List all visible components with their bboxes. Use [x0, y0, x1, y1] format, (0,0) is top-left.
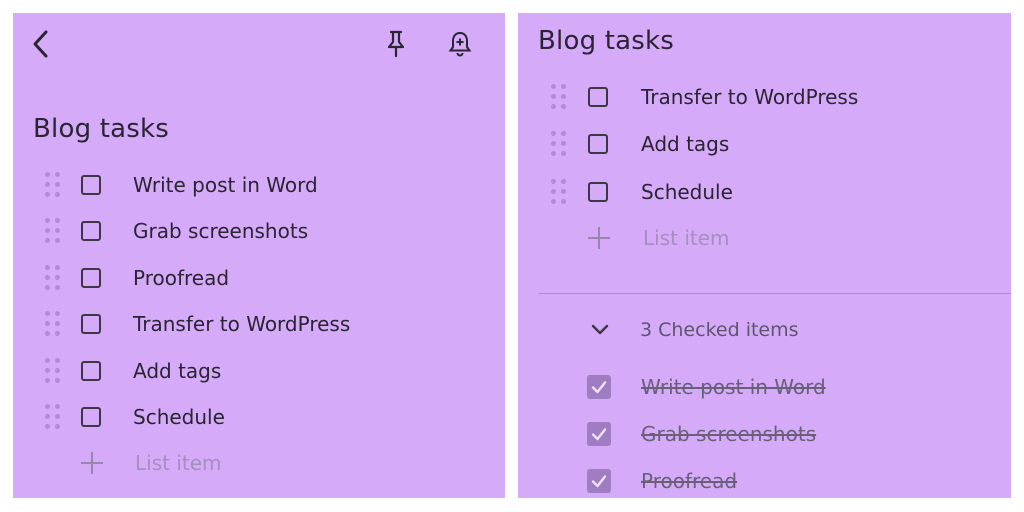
- add-list-item[interactable]: List item: [45, 443, 485, 483]
- item-text[interactable]: Proofread: [641, 469, 737, 493]
- add-item-placeholder[interactable]: List item: [135, 451, 222, 475]
- add-item-placeholder[interactable]: List item: [643, 226, 730, 250]
- drag-handle-icon[interactable]: [551, 179, 567, 205]
- item-checkbox[interactable]: [81, 314, 101, 334]
- list-item[interactable]: Transfer to WordPress: [551, 77, 991, 117]
- item-text[interactable]: Add tags: [133, 359, 221, 383]
- item-text[interactable]: Grab screenshots: [641, 422, 816, 446]
- drag-handle-icon[interactable]: [551, 131, 567, 157]
- drag-handle-icon[interactable]: [551, 84, 567, 110]
- item-text[interactable]: Write post in Word: [641, 375, 826, 399]
- checked-list-item[interactable]: Proofread: [551, 461, 991, 498]
- item-checkbox[interactable]: [588, 87, 608, 107]
- item-checkbox[interactable]: [81, 407, 101, 427]
- item-checkbox[interactable]: [81, 361, 101, 381]
- item-checkbox[interactable]: [81, 268, 101, 288]
- checked-list-item[interactable]: Write post in Word: [551, 367, 991, 407]
- list-item[interactable]: Add tags: [45, 351, 485, 391]
- item-checkbox[interactable]: [588, 182, 608, 202]
- reminder-button[interactable]: [442, 26, 478, 62]
- chevron-left-icon: [33, 30, 48, 58]
- list-item[interactable]: Transfer to WordPress: [45, 304, 485, 344]
- list-item[interactable]: Proofread: [45, 258, 485, 298]
- drag-handle-icon[interactable]: [45, 404, 61, 430]
- drag-handle-icon[interactable]: [45, 358, 61, 384]
- divider: [539, 293, 1011, 294]
- list-item[interactable]: Grab screenshots: [45, 211, 485, 251]
- item-checkbox-checked[interactable]: [587, 422, 611, 446]
- item-text[interactable]: Add tags: [641, 132, 729, 156]
- pin-icon: [387, 30, 405, 58]
- item-checkbox[interactable]: [588, 134, 608, 154]
- checked-list-item[interactable]: Grab screenshots: [551, 414, 991, 454]
- item-text[interactable]: Transfer to WordPress: [641, 85, 858, 109]
- item-text[interactable]: Grab screenshots: [133, 219, 308, 243]
- item-text[interactable]: Write post in Word: [133, 173, 318, 197]
- drag-handle-icon[interactable]: [45, 311, 61, 337]
- list-item[interactable]: Write post in Word: [45, 165, 485, 205]
- chevron-down-icon: [591, 324, 609, 335]
- note-title[interactable]: Blog tasks: [538, 26, 674, 56]
- item-text[interactable]: Schedule: [641, 180, 733, 204]
- item-text[interactable]: Proofread: [133, 266, 229, 290]
- drag-handle-icon[interactable]: [45, 172, 61, 198]
- checkmark-icon: [591, 475, 607, 488]
- plus-icon: [81, 452, 103, 474]
- item-checkbox-checked[interactable]: [587, 469, 611, 493]
- plus-icon: [588, 227, 610, 249]
- drag-handle-icon[interactable]: [45, 265, 61, 291]
- drag-handle-icon[interactable]: [45, 218, 61, 244]
- item-checkbox[interactable]: [81, 175, 101, 195]
- add-list-item[interactable]: List item: [551, 218, 991, 258]
- item-text[interactable]: Schedule: [133, 405, 225, 429]
- checkmark-icon: [591, 381, 607, 394]
- pin-button[interactable]: [378, 26, 414, 62]
- back-button[interactable]: [23, 26, 59, 62]
- list-item[interactable]: Schedule: [551, 172, 991, 212]
- checked-items-toggle[interactable]: 3 Checked items: [551, 310, 991, 350]
- checked-items-count: 3 Checked items: [640, 319, 799, 341]
- list-item[interactable]: Add tags: [551, 124, 991, 164]
- list-item[interactable]: Schedule: [45, 397, 485, 437]
- item-checkbox-checked[interactable]: [587, 375, 611, 399]
- item-text[interactable]: Transfer to WordPress: [133, 312, 350, 336]
- note-panel-edit: Blog tasks Write post in Word Grab scree…: [13, 13, 505, 498]
- note-title[interactable]: Blog tasks: [33, 114, 169, 144]
- note-panel-checked: Blog tasks Transfer to WordPress Add tag…: [518, 13, 1011, 498]
- checkmark-icon: [591, 428, 607, 441]
- bell-plus-icon: [448, 31, 472, 57]
- item-checkbox[interactable]: [81, 221, 101, 241]
